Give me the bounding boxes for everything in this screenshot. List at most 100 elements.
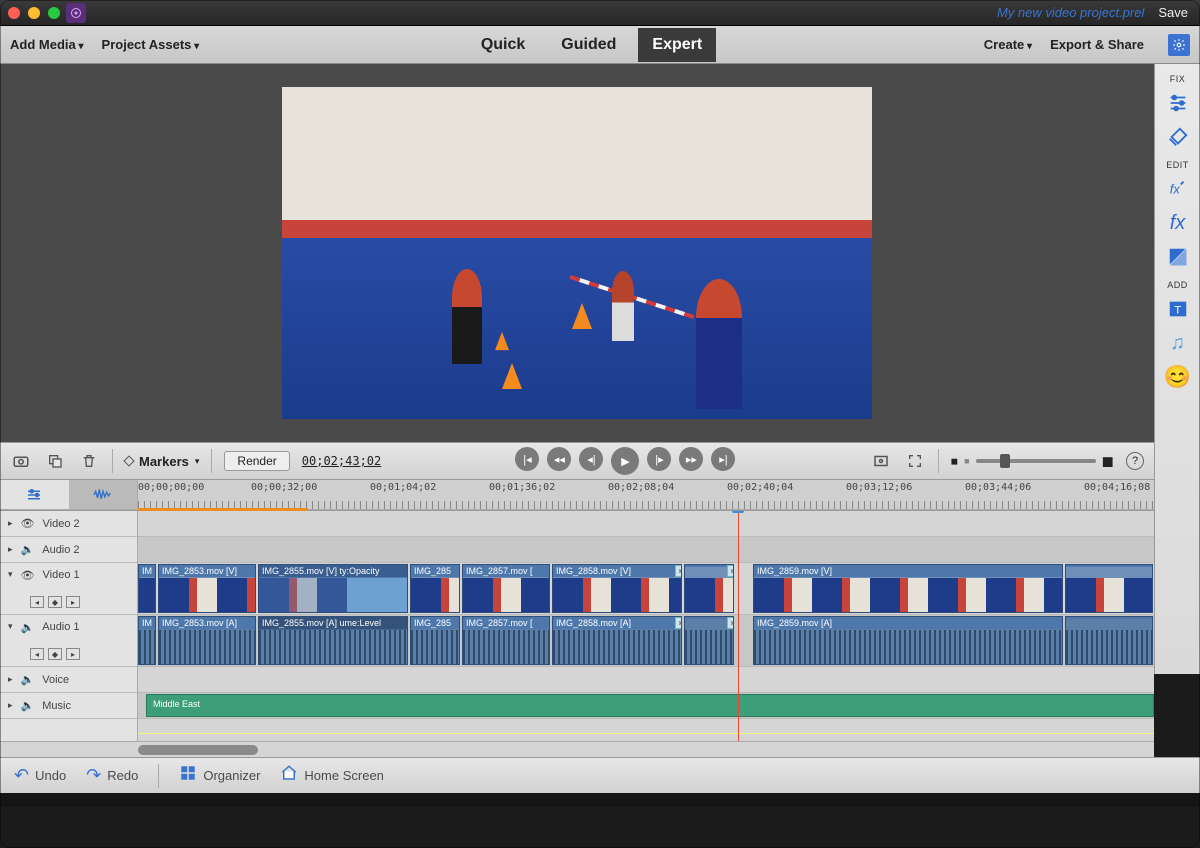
fast-forward-icon[interactable]: ▸▸: [679, 447, 703, 471]
effects-icon[interactable]: fx: [1162, 208, 1194, 238]
home-screen-button[interactable]: Home Screen: [280, 764, 383, 787]
scissors-icon[interactable]: ✂: [727, 617, 734, 629]
bottom-toolbar: ↶Undo ↷Redo Organizer Home Screen: [0, 757, 1200, 793]
audio-clip[interactable]: IM: [138, 616, 156, 665]
zoom-slider[interactable]: ◼ ■ ◼: [951, 452, 1114, 470]
ruler-label: 00;00;32;00: [251, 482, 317, 493]
audio-clip[interactable]: IMG_2853.mov [A]: [158, 616, 256, 665]
export-share-button[interactable]: Export & Share: [1050, 37, 1144, 52]
marker-icon: [123, 455, 134, 466]
window-controls: [8, 7, 60, 19]
help-icon[interactable]: ?: [1126, 452, 1144, 470]
video-clip[interactable]: IMG_285: [410, 564, 460, 613]
project-file-name: My new video project.prel: [997, 5, 1144, 20]
new-item-icon[interactable]: [44, 450, 66, 472]
ruler-label: 00;02;08;04: [608, 482, 674, 493]
maximize-window-icon[interactable]: [48, 7, 60, 19]
minimize-window-icon[interactable]: [28, 7, 40, 19]
ruler-label: 00;03;12;06: [846, 482, 912, 493]
graphics-icon[interactable]: 😊: [1162, 362, 1194, 392]
transport-bar: Markers ▾ Render 00;02;43;02 |◂ ◂◂ ◂| ▶ …: [0, 442, 1154, 480]
undo-button[interactable]: ↶Undo: [14, 765, 66, 786]
current-timecode[interactable]: 00;02;43;02: [302, 454, 381, 468]
playhead[interactable]: [738, 511, 739, 741]
audio-clip[interactable]: IMG_2859.mov [A]: [753, 616, 1063, 665]
svg-text:fx: fx: [1169, 182, 1180, 197]
video-clip[interactable]: IM: [138, 564, 156, 613]
track-header-video2[interactable]: ▸👁Video 2: [0, 511, 137, 537]
zoom-out-icon[interactable]: ◼: [951, 456, 958, 467]
scissors-icon[interactable]: ✂: [675, 617, 682, 629]
timeline-horizontal-scrollbar[interactable]: [0, 741, 1154, 757]
audio-clip[interactable]: ✂: [684, 616, 734, 665]
zoom-in-icon[interactable]: ◼: [1102, 452, 1114, 470]
organizer-button[interactable]: Organizer: [179, 764, 260, 787]
video-clip-selected[interactable]: IMG_2855.mov [V] ty:Opacity: [258, 564, 408, 613]
titles-icon[interactable]: T: [1162, 294, 1194, 324]
markers-dropdown[interactable]: Markers ▾: [125, 454, 199, 469]
window-titlebar: My new video project.prel Save: [0, 0, 1200, 26]
tools-icon[interactable]: [1162, 122, 1194, 152]
trash-icon[interactable]: [78, 450, 100, 472]
render-button[interactable]: Render: [224, 451, 289, 471]
fullscreen-icon[interactable]: [904, 450, 926, 472]
goto-end-icon[interactable]: ▸|: [711, 447, 735, 471]
video-clip[interactable]: IMG_2858.mov [V]✂: [552, 564, 682, 613]
track-header-video1[interactable]: ▾👁Video 1 ◂◆▸: [0, 563, 137, 615]
track-header-audio2[interactable]: ▸🔈Audio 2: [0, 537, 137, 563]
ruler-label: 00;02;40;04: [727, 482, 793, 493]
main-menubar: Add Media Project Assets Quick Guided Ex…: [0, 26, 1200, 64]
step-back-icon[interactable]: ◂|: [579, 447, 603, 471]
mode-tab-quick[interactable]: Quick: [467, 28, 539, 62]
adjustments-icon[interactable]: [1162, 88, 1194, 118]
video-preview-frame: [282, 87, 872, 419]
play-icon[interactable]: ▶: [611, 447, 639, 475]
ruler-label: 00;01;36;02: [489, 482, 555, 493]
project-assets-menu[interactable]: Project Assets: [102, 37, 200, 52]
svg-text:T: T: [1174, 305, 1181, 317]
save-button[interactable]: Save: [1158, 5, 1188, 20]
close-window-icon[interactable]: [8, 7, 20, 19]
playback-controls: |◂ ◂◂ ◂| ▶ |▸ ▸▸ ▸|: [393, 447, 857, 475]
mode-tab-guided[interactable]: Guided: [547, 28, 630, 62]
audio-clip[interactable]: IMG_2858.mov [A]✂: [552, 616, 682, 665]
app-logo-icon: [66, 3, 86, 23]
scissors-icon[interactable]: ✂: [675, 565, 682, 577]
step-forward-icon[interactable]: |▸: [647, 447, 671, 471]
video-clip[interactable]: IMG_2853.mov [V]: [158, 564, 256, 613]
video-clip[interactable]: [1065, 564, 1153, 613]
applied-effects-icon[interactable]: fx: [1162, 174, 1194, 204]
music-icon[interactable]: ♫: [1162, 328, 1194, 358]
ruler-label: 00;03;44;06: [965, 482, 1031, 493]
music-clip[interactable]: Middle East: [146, 694, 1154, 717]
timeline-tracks: ▸👁Video 2 ▸🔈Audio 2 ▾👁Video 1 ◂◆▸ ▾🔈Audi…: [0, 511, 1154, 741]
snapshot-icon[interactable]: [10, 450, 32, 472]
ruler-label: 00;00;00;00: [138, 482, 204, 493]
redo-button[interactable]: ↷Redo: [86, 765, 138, 786]
rewind-icon[interactable]: ◂◂: [547, 447, 571, 471]
timeline-display-waveform-icon[interactable]: [69, 480, 138, 510]
create-menu[interactable]: Create: [984, 37, 1032, 52]
track-header-audio1[interactable]: ▾🔈Audio 1 ◂◆▸: [0, 615, 137, 667]
audio-clip[interactable]: IMG_285: [410, 616, 460, 665]
ruler-label: 00;01;04;02: [370, 482, 436, 493]
goto-start-icon[interactable]: |◂: [515, 447, 539, 471]
timeline-display-sliders-icon[interactable]: [0, 480, 69, 510]
mode-tab-expert[interactable]: Expert: [638, 28, 716, 62]
settings-gear-icon[interactable]: [1168, 34, 1190, 56]
track-header-music[interactable]: ▸🔈Music: [0, 693, 137, 719]
audio-clip[interactable]: [1065, 616, 1153, 665]
program-monitor[interactable]: [0, 64, 1154, 442]
add-media-menu[interactable]: Add Media: [10, 37, 84, 52]
safe-margins-icon[interactable]: [870, 450, 892, 472]
sidebar-section-add: ADD: [1167, 280, 1188, 290]
track-header-voice[interactable]: ▸🔈Voice: [0, 667, 137, 693]
audio-clip-selected[interactable]: IMG_2855.mov [A] ume:Level: [258, 616, 408, 665]
video-clip[interactable]: ✂: [684, 564, 734, 613]
video-clip[interactable]: IMG_2859.mov [V]: [753, 564, 1063, 613]
transitions-icon[interactable]: [1162, 242, 1194, 272]
scissors-icon[interactable]: ✂: [727, 565, 734, 577]
timeline-ruler[interactable]: 00;00;00;00 00;00;32;00 00;01;04;02 00;0…: [138, 480, 1154, 510]
audio-clip[interactable]: IMG_2857.mov [: [462, 616, 550, 665]
video-clip[interactable]: IMG_2857.mov [: [462, 564, 550, 613]
